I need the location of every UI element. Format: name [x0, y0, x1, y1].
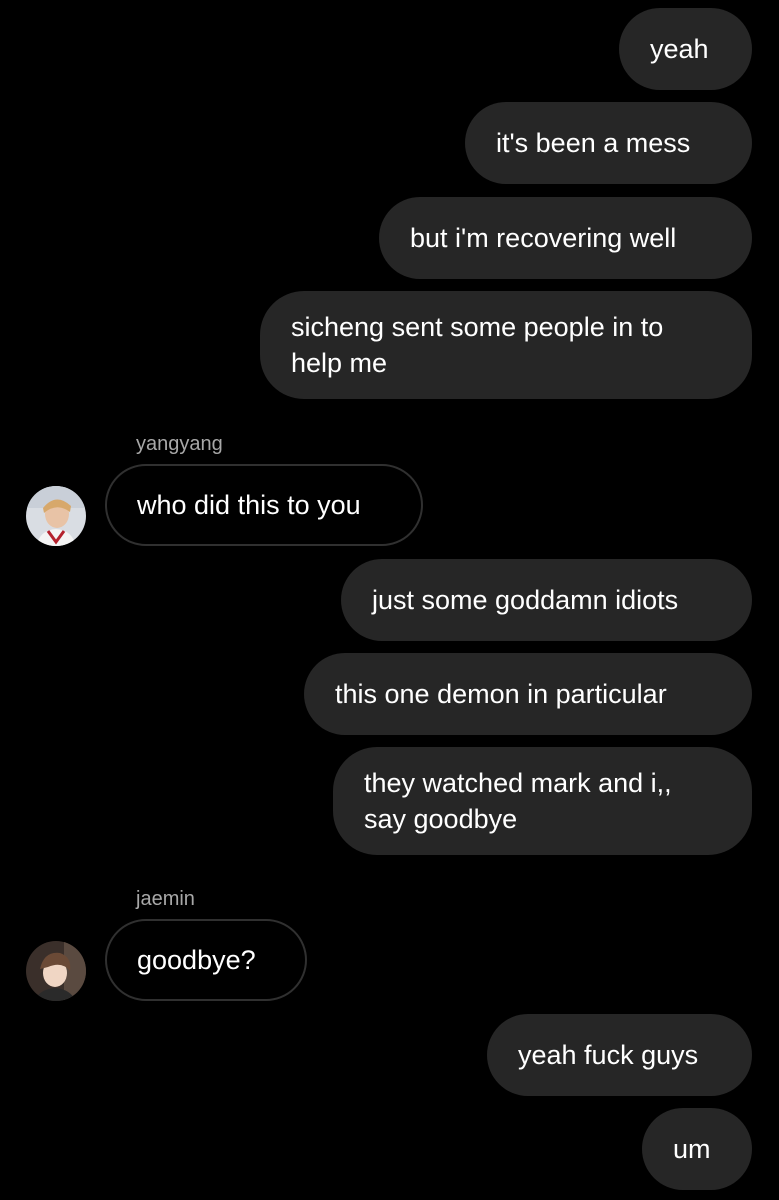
message-text: sicheng sent some people in to help me [291, 309, 663, 381]
outgoing-message-bubble[interactable]: just some goddamn idiots [341, 559, 752, 641]
sender-name: yangyang [136, 433, 223, 455]
message-text: but i'm recovering well [410, 223, 677, 253]
sender-name: jaemin [136, 888, 195, 910]
incoming-message-bubble[interactable]: goodbye? [105, 919, 307, 1001]
message-line: say goodbye [364, 804, 518, 834]
message-text: who did this to you [137, 490, 361, 520]
message-text: yeah fuck guys [518, 1040, 699, 1070]
outgoing-message-bubble[interactable]: sicheng sent some people in to help me [260, 291, 752, 399]
message-text: just some goddamn idiots [372, 585, 679, 615]
message-text: yeah [650, 34, 709, 64]
profile-photo-icon [26, 941, 86, 1001]
message-text: um [673, 1134, 711, 1164]
outgoing-message-bubble[interactable]: it's been a mess [465, 102, 752, 184]
outgoing-message-bubble[interactable]: yeah [619, 8, 752, 90]
outgoing-message-bubble[interactable]: this one demon in particular [304, 653, 752, 735]
outgoing-message-bubble[interactable]: but i'm recovering well [379, 197, 752, 279]
message-text: they watched mark and i,, say goodbye [364, 765, 672, 837]
message-text: it's been a mess [496, 128, 691, 158]
outgoing-message-bubble[interactable]: they watched mark and i,, say goodbye [333, 747, 752, 855]
profile-photo-icon [26, 486, 86, 546]
outgoing-message-bubble[interactable]: yeah fuck guys [487, 1014, 752, 1096]
message-text: goodbye? [137, 945, 256, 975]
message-line: they watched mark and i,, [364, 768, 672, 798]
message-line: help me [291, 348, 388, 378]
message-line: sicheng sent some people in to [291, 312, 664, 342]
outgoing-message-bubble[interactable]: um [642, 1108, 752, 1190]
incoming-message-bubble[interactable]: who did this to you [105, 464, 423, 546]
sender-avatar[interactable] [26, 486, 86, 546]
sender-avatar[interactable] [26, 941, 86, 1001]
message-text: this one demon in particular [335, 679, 667, 709]
